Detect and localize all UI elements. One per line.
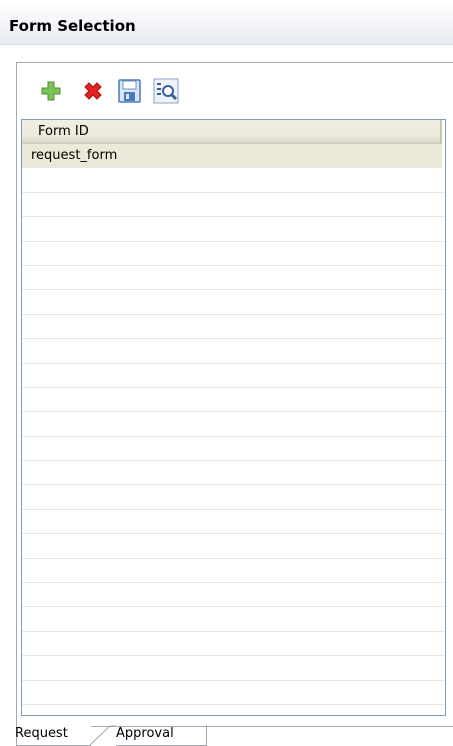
table-row[interactable] (22, 168, 445, 193)
table-cell-form-id: request_form (31, 148, 118, 163)
tab-request[interactable]: Request (15, 725, 91, 746)
tab-approval[interactable]: Approval (116, 725, 207, 746)
save-button[interactable] (115, 77, 143, 105)
table-row[interactable]: request_form (22, 144, 442, 169)
find-icon (153, 78, 179, 104)
view-title-bar: Form Selection (0, 0, 453, 45)
tab-divider (90, 725, 116, 746)
table-row[interactable] (22, 461, 445, 486)
table-row[interactable] (22, 266, 445, 291)
column-header-form-id[interactable]: Form ID (22, 120, 442, 144)
delete-icon (84, 82, 102, 100)
find-button[interactable] (152, 77, 180, 105)
table-row[interactable] (22, 632, 445, 657)
table-row[interactable] (22, 656, 445, 681)
table-row[interactable] (22, 315, 445, 340)
table-row[interactable] (22, 412, 445, 437)
table-row[interactable] (22, 607, 445, 632)
form-table: Form ID request_form (21, 119, 446, 716)
save-icon (118, 79, 141, 103)
table-row[interactable] (22, 242, 445, 266)
form-selection-panel: Form ID request_form (16, 62, 453, 727)
delete-button[interactable] (79, 77, 107, 105)
table-row[interactable] (22, 290, 445, 315)
table-row[interactable] (22, 193, 445, 218)
add-button[interactable] (37, 77, 65, 105)
table-row[interactable] (22, 534, 445, 559)
table-row[interactable] (22, 217, 445, 242)
table-rows: request_form (22, 144, 445, 705)
table-row[interactable] (22, 485, 445, 510)
table-row[interactable] (22, 559, 445, 584)
table-row[interactable] (22, 339, 445, 364)
table-row[interactable] (22, 583, 445, 608)
table-row[interactable] (22, 681, 445, 705)
column-header-label: Form ID (38, 124, 89, 139)
page-tabs: Request Approval (15, 725, 453, 746)
view-title: Form Selection (9, 17, 136, 35)
tab-request-label: Request (15, 726, 68, 741)
table-row[interactable] (22, 510, 445, 535)
add-icon (41, 81, 61, 101)
table-row[interactable] (22, 437, 445, 462)
table-row[interactable] (22, 364, 445, 388)
tab-approval-label: Approval (116, 726, 174, 741)
table-row[interactable] (22, 388, 445, 413)
